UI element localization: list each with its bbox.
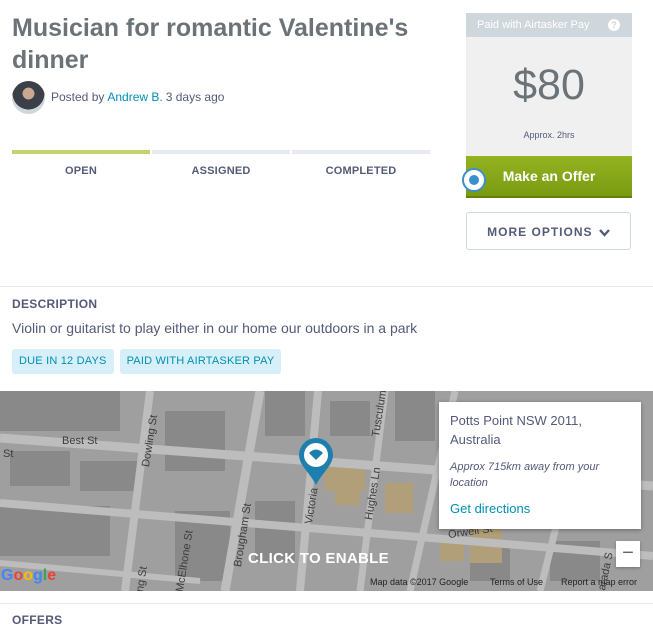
click-to-enable-label[interactable]: CLICK TO ENABLE: [248, 550, 389, 567]
more-options-button[interactable]: MORE OPTIONS: [466, 212, 631, 250]
payment-header-label: Paid with Airtasker Pay: [477, 19, 590, 31]
status-step-open: OPEN: [12, 150, 150, 177]
task-title: Musician for romantic Valentine's dinner: [12, 14, 409, 74]
map-location-address: Potts Point NSW 2011, Australia: [450, 413, 582, 447]
map-info-window: Potts Point NSW 2011, Australia Approx 7…: [439, 402, 641, 529]
posted-by-prefix: Posted by: [51, 90, 105, 104]
posted-time: 3 days ago: [165, 90, 225, 104]
section-divider: [0, 603, 653, 604]
report-map-error-link[interactable]: Report a map error: [561, 577, 637, 587]
more-options-label: MORE OPTIONS: [487, 225, 593, 239]
payment-method-tag: PAID WITH AIRTASKER PAY: [119, 349, 282, 374]
poster-name-link[interactable]: Andrew B.: [107, 90, 162, 104]
task-duration: Approx. 2hrs: [523, 130, 575, 140]
zoom-out-button[interactable]: −: [616, 541, 640, 567]
status-bar-completed: [292, 150, 430, 154]
status-step-assigned: ASSIGNED: [152, 150, 290, 177]
make-offer-button[interactable]: Make an Offer: [466, 156, 632, 198]
status-bar-open: [12, 150, 150, 154]
task-tags: DUE IN 12 DAYS PAID WITH AIRTASKER PAY: [12, 349, 282, 374]
status-label-open: OPEN: [65, 165, 97, 177]
status-bar-assigned: [152, 150, 290, 154]
status-label-assigned: ASSIGNED: [191, 165, 251, 177]
posted-by: Posted by Andrew B. 3 days ago: [12, 80, 224, 114]
avatar[interactable]: [12, 80, 45, 114]
map-distance: Approx 715km away from your location: [450, 461, 600, 489]
map-data-attribution: Map data ©2017 Google: [370, 577, 469, 587]
status-label-completed: COMPLETED: [325, 165, 397, 177]
price-box: Paid with Airtasker Pay ? $80 Approx. 2h…: [466, 13, 632, 156]
chevron-down-icon: [598, 229, 610, 237]
cursor-indicator-icon: [462, 168, 486, 192]
get-directions-link[interactable]: Get directions: [450, 501, 630, 516]
section-divider: [0, 286, 653, 287]
description-heading: DESCRIPTION: [12, 297, 98, 311]
description-text: Violin or guitarist to play either in ou…: [12, 320, 418, 336]
payment-panel: Paid with Airtasker Pay ? $80 Approx. 2h…: [466, 13, 632, 156]
street-label: St: [3, 448, 14, 460]
street-label: Best St: [62, 435, 98, 447]
google-logo: Google: [1, 567, 57, 584]
question-icon[interactable]: ?: [608, 19, 620, 31]
due-date-tag: DUE IN 12 DAYS: [12, 349, 114, 374]
map-pin-icon: [299, 438, 333, 485]
location-map[interactable]: St Best St Dowling St Brougham St Victor…: [0, 391, 653, 591]
task-price: $80: [513, 61, 585, 109]
status-step-completed: COMPLETED: [292, 150, 430, 177]
offers-heading: OFFERS: [12, 613, 63, 627]
map-terms-link[interactable]: Terms of Use: [490, 577, 543, 587]
task-status-progress: OPEN ASSIGNED COMPLETED: [12, 150, 430, 177]
payment-header: Paid with Airtasker Pay ?: [466, 13, 632, 37]
